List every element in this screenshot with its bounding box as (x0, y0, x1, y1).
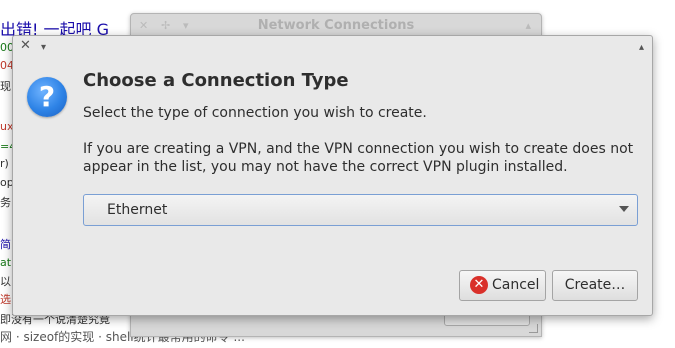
background-fragment: 简 (0, 238, 11, 251)
cancel-icon: ✕ (470, 276, 488, 294)
cancel-button-label: Cancel (492, 277, 540, 293)
vpn-plugin-note: If you are creating a VPN, and the VPN c… (83, 141, 634, 175)
dialog-heading: Choose a Connection Type (83, 70, 349, 91)
dialog-description: Select the type of connection you wish t… (83, 105, 427, 121)
background-fragment: 选 (0, 293, 11, 306)
chevron-down-icon (619, 206, 629, 212)
cancel-button[interactable]: ✕ Cancel (459, 270, 546, 301)
background-fragment: 以 (0, 275, 11, 288)
connection-type-dialog: ✕ ▾ ▴ ? Choose a Connection Type Select … (12, 35, 653, 316)
window-menu-icon[interactable]: ▾ (41, 40, 46, 56)
dialog-titlebar: ✕ ▾ ▴ (13, 36, 652, 58)
background-fragment: at (0, 256, 12, 269)
background-fragment: r) (0, 157, 9, 170)
close-icon[interactable]: ✕ (20, 38, 31, 54)
resize-grip-icon[interactable] (529, 324, 538, 333)
connection-type-select[interactable]: Ethernet (83, 194, 638, 226)
connection-type-value: Ethernet (107, 202, 168, 218)
info-icon: ? (27, 77, 67, 117)
maximize-icon[interactable]: ▴ (639, 40, 644, 56)
network-connections-title: Network Connections (257, 18, 415, 33)
create-button[interactable]: Create… (552, 270, 638, 301)
create-button-label: Create… (564, 277, 626, 293)
background-fragment: 务 (0, 196, 11, 209)
background-fragment: 现 (0, 80, 11, 93)
